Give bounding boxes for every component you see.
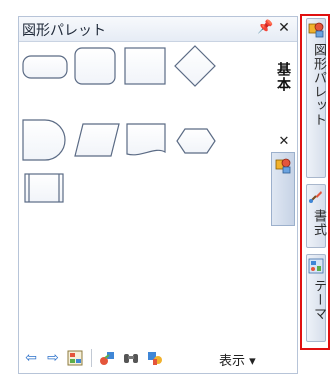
right-tab-label: 図形パレット (311, 43, 326, 127)
shape-diamond[interactable] (174, 45, 216, 87)
shape-parallelogram[interactable] (74, 123, 120, 157)
binoculars-icon[interactable] (123, 350, 139, 366)
pin-icon[interactable]: 📌 (257, 19, 273, 37)
shape-square[interactable] (124, 47, 166, 85)
stencil-tab[interactable] (271, 152, 295, 226)
toolbar-separator (91, 349, 92, 367)
panel-header: 図形パレット 📌 ✕ (19, 17, 297, 42)
stencil-add-icon (275, 158, 291, 174)
arrow-left-icon[interactable]: ⇦ (23, 350, 39, 366)
tab-basic[interactable]: 基本 (275, 62, 293, 114)
shapes-link-icon[interactable] (99, 350, 115, 366)
stencil-icon[interactable] (67, 350, 83, 366)
right-tab-shape-palette[interactable]: 図形パレット (306, 18, 326, 178)
shape-hexagon[interactable] (176, 128, 216, 154)
right-tab-theme[interactable]: テーマ (306, 254, 326, 342)
shape-palette-panel: 図形パレット 📌 ✕ 基本 ✕ ⇦ ⇨ 表示 ▾ (18, 16, 298, 374)
right-tab-format[interactable]: 書式 (306, 184, 326, 248)
shape-grid-svg (22, 45, 216, 203)
shape-palette-icon (308, 22, 324, 38)
right-tab-label: テーマ (311, 279, 326, 321)
panel-side-strip: 基本 ✕ (269, 42, 297, 342)
shape-delay[interactable] (22, 119, 66, 161)
close-icon[interactable]: ✕ (276, 19, 292, 37)
right-dock-tabs: 図形パレット 書式 テーマ (300, 14, 330, 350)
shape-grid (19, 42, 267, 342)
shape-predefined-process[interactable] (24, 173, 64, 203)
right-tab-label: 書式 (311, 209, 326, 237)
close-icon[interactable]: ✕ (276, 134, 292, 150)
arrow-right-icon[interactable]: ⇨ (45, 350, 61, 366)
shape-rounded-rectangle[interactable] (22, 55, 68, 79)
panel-title: 図形パレット (22, 23, 106, 39)
shape-style-icon[interactable] (147, 350, 163, 366)
theme-icon (308, 258, 324, 274)
view-dropdown[interactable]: 表示 ▾ (219, 350, 256, 369)
shape-document[interactable] (126, 123, 166, 156)
shape-rounded-square[interactable] (74, 47, 116, 85)
palette-toolbar: ⇦ ⇨ 表示 ▾ (19, 343, 297, 373)
app-root: 図形パレット 📌 ✕ 基本 ✕ ⇦ ⇨ 表示 ▾ 図形パレット 書式 テーマ (0, 0, 331, 374)
paintbrush-icon (309, 191, 322, 203)
